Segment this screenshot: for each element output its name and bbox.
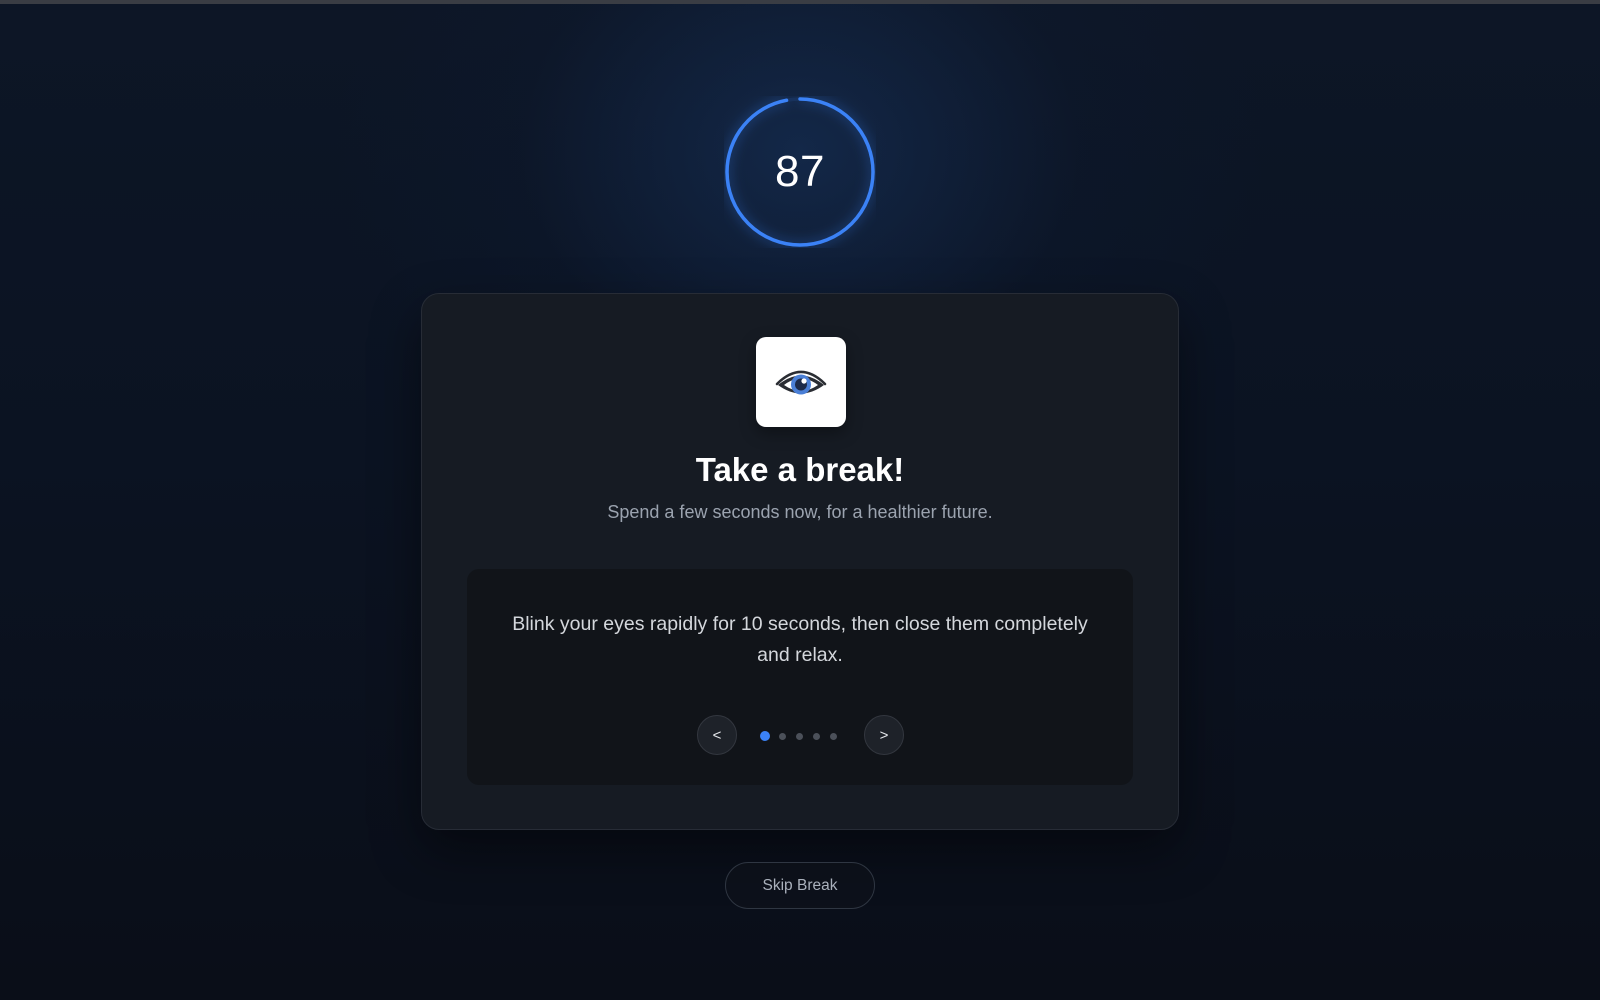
pagination-dot[interactable] — [830, 733, 837, 740]
break-card: Take a break! Spend a few seconds now, f… — [421, 293, 1179, 830]
tip-panel: Blink your eyes rapidly for 10 seconds, … — [467, 569, 1133, 785]
countdown-timer: 87 — [724, 96, 876, 248]
next-tip-button[interactable]: > — [864, 715, 904, 755]
eye-icon — [775, 370, 827, 395]
tip-pagination-dots — [760, 731, 840, 741]
window-top-bar — [0, 0, 1600, 4]
tip-text: Blink your eyes rapidly for 10 seconds, … — [512, 613, 1088, 666]
card-title: Take a break! — [695, 451, 905, 488]
pagination-dot[interactable] — [779, 733, 786, 740]
previous-tip-button[interactable]: < — [697, 715, 737, 755]
pagination-dot[interactable] — [813, 733, 820, 740]
pagination-dot[interactable] — [796, 733, 803, 740]
card-subtitle: Spend a few seconds now, for a healthier… — [607, 502, 993, 522]
timer-value: 87 — [775, 147, 825, 196]
pagination-dot[interactable] — [760, 731, 770, 741]
skip-break-button[interactable]: Skip Break — [725, 862, 875, 909]
eye-icon-tile — [756, 337, 846, 427]
